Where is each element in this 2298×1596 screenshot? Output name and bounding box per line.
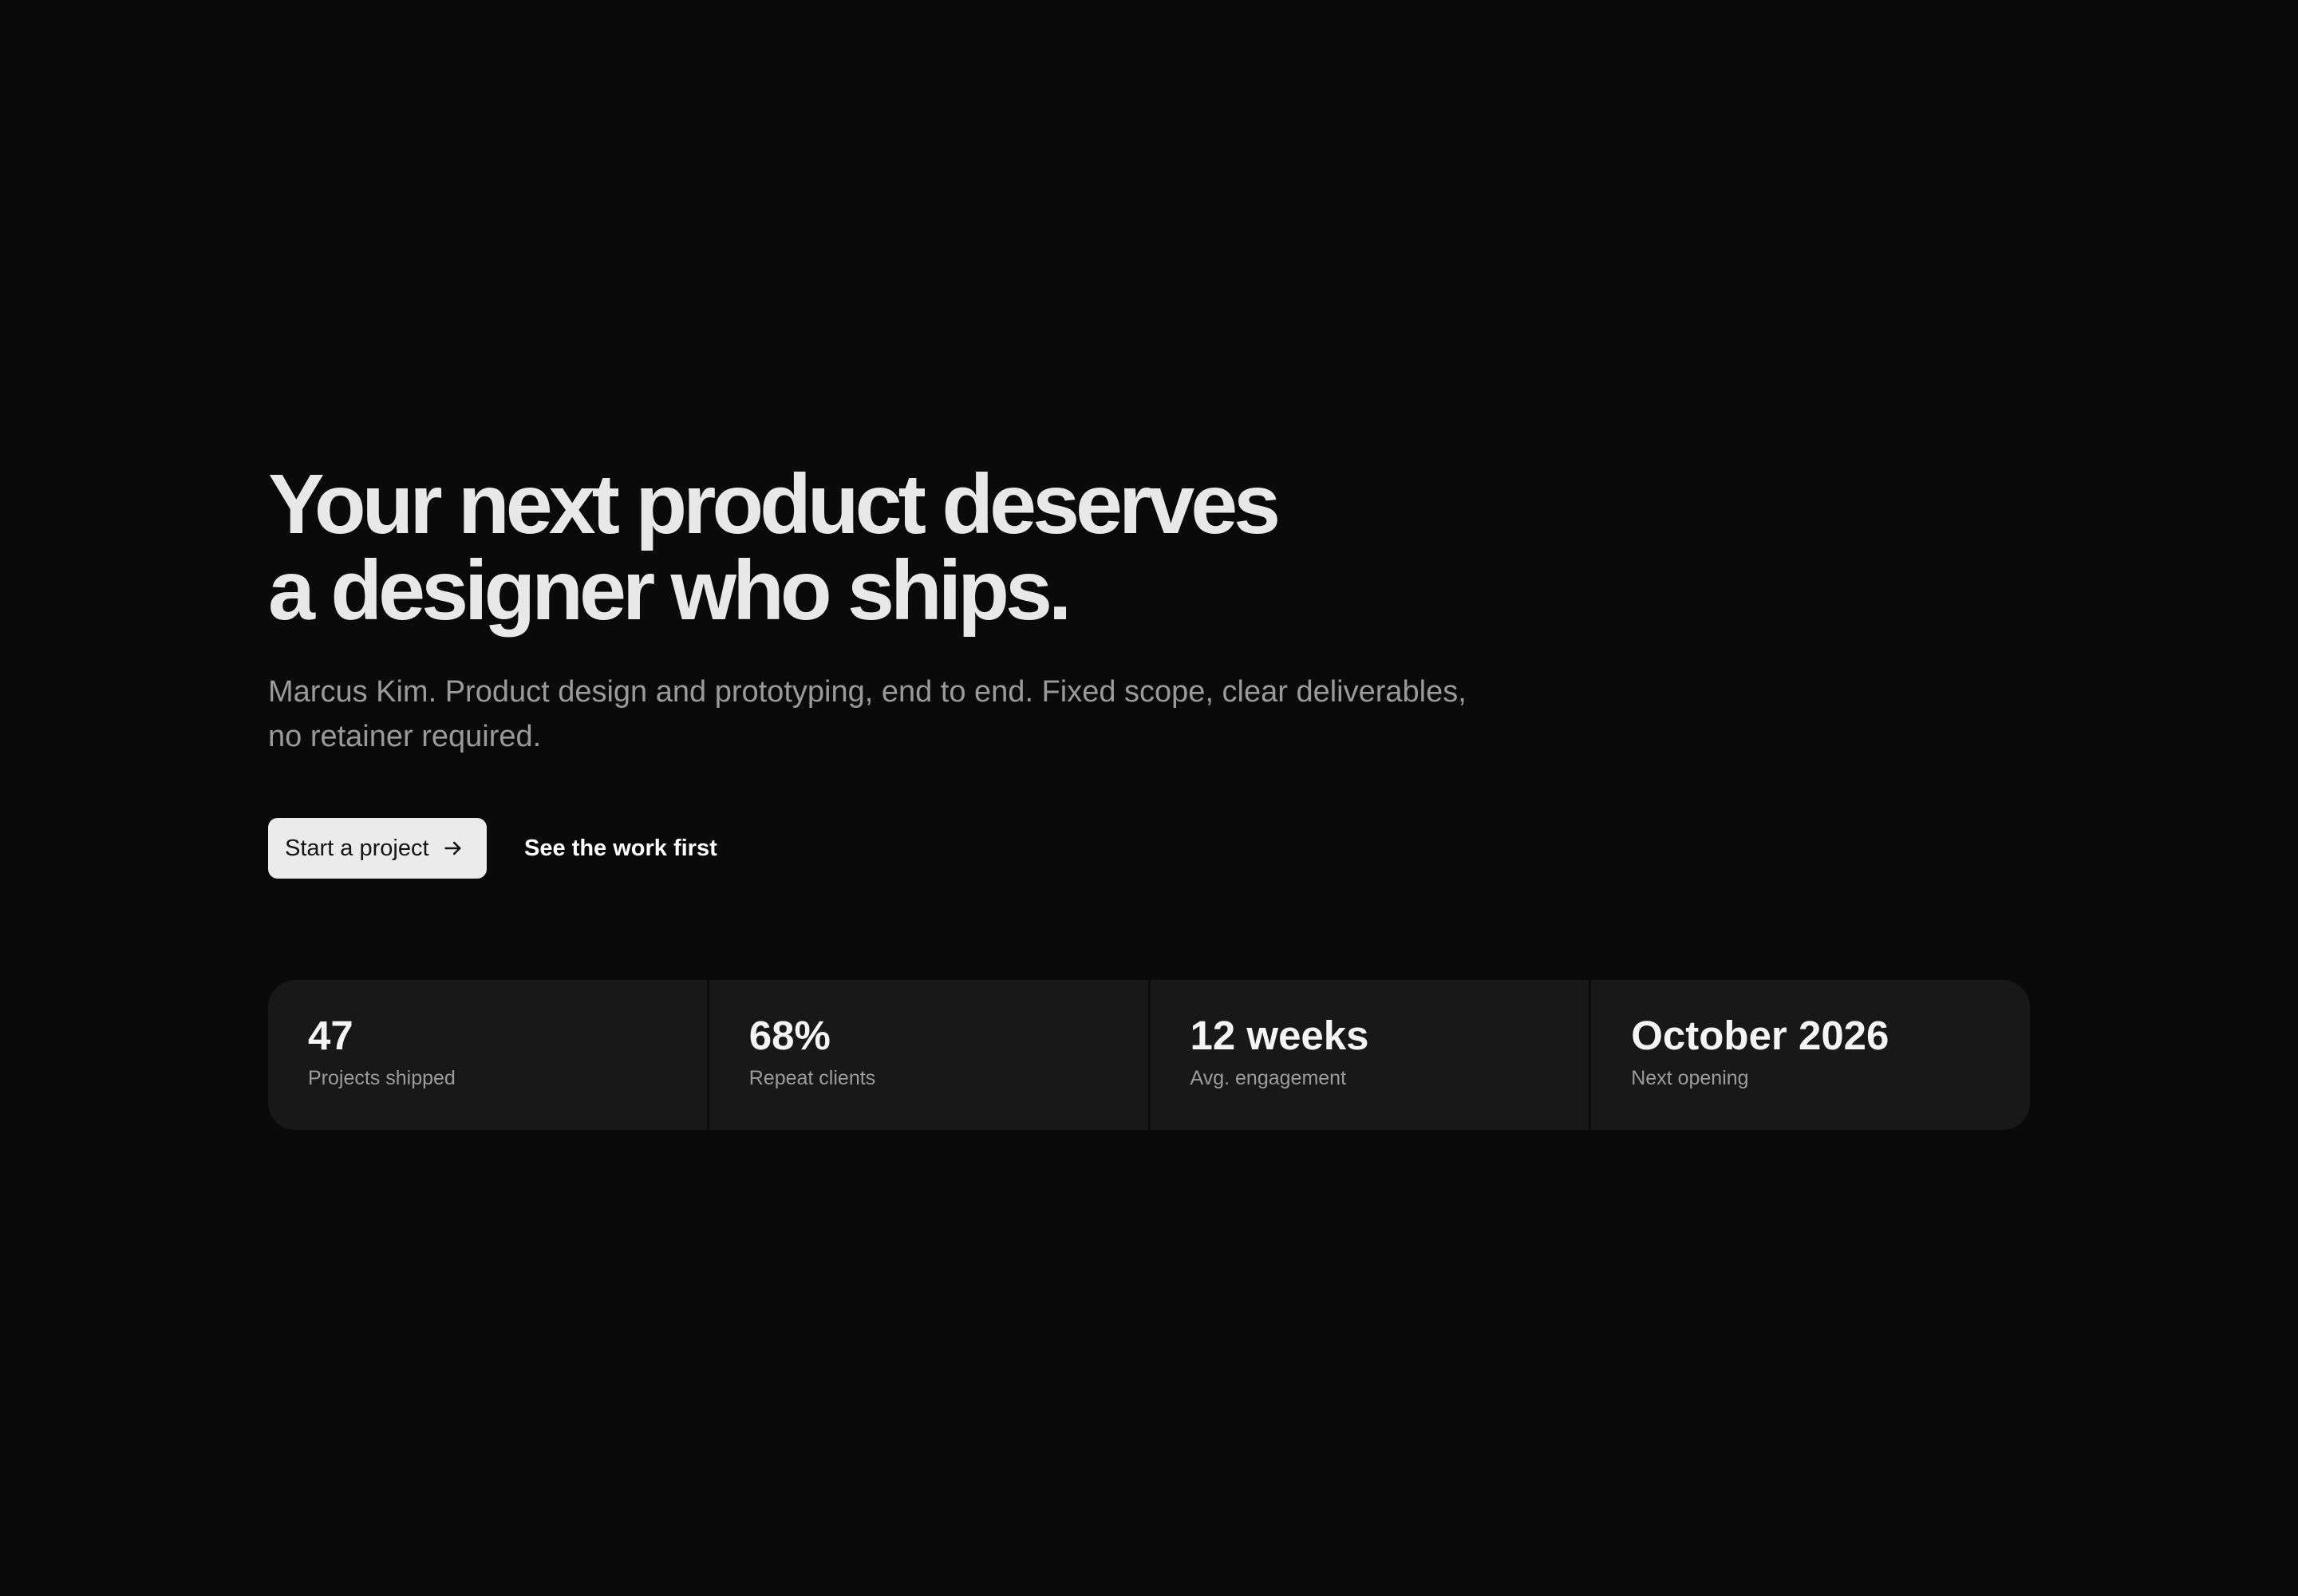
stat-value: 12 weeks (1190, 1013, 1369, 1058)
stats-card: 47 Projects shipped 68% Repeat clients 1… (268, 980, 2030, 1130)
hero-headline: Your next product deserves a designer wh… (268, 461, 2031, 634)
stat-value: October 2026 (1631, 1013, 1889, 1058)
stat-avg-engagement: 12 weeks Avg. engagement (1147, 980, 1589, 1130)
stat-projects-shipped: 47 Projects shipped (268, 980, 707, 1130)
headline-line-2: a designer who ships. (268, 543, 1072, 638)
hero-section: Your next product deserves a designer wh… (268, 461, 2031, 879)
stat-value: 47 (308, 1013, 353, 1058)
stat-value: 68% (748, 1013, 831, 1058)
see-work-link[interactable]: See the work first (524, 836, 717, 862)
stat-label: Next opening (1631, 1067, 1749, 1089)
stat-label: Projects shipped (308, 1067, 456, 1089)
headline-line-1: Your next product deserves (268, 457, 1281, 551)
start-project-label: Start a project (285, 835, 429, 861)
start-project-button[interactable]: Start a project (268, 818, 487, 879)
stat-label: Repeat clients (748, 1067, 876, 1089)
stat-repeat-clients: 68% Repeat clients (706, 980, 1148, 1130)
arrow-right-icon (442, 837, 464, 859)
hero-actions: Start a project See the work first (268, 818, 2031, 879)
subtitle-line-1: Marcus Kim. Product design and prototypi… (268, 675, 1467, 709)
stat-next-opening: October 2026 Next opening (1589, 980, 2030, 1130)
stat-label: Avg. engagement (1190, 1067, 1347, 1089)
hero-subtitle: Marcus Kim. Product design and prototypi… (268, 670, 1513, 759)
subtitle-line-2: no retainer required. (268, 720, 542, 753)
